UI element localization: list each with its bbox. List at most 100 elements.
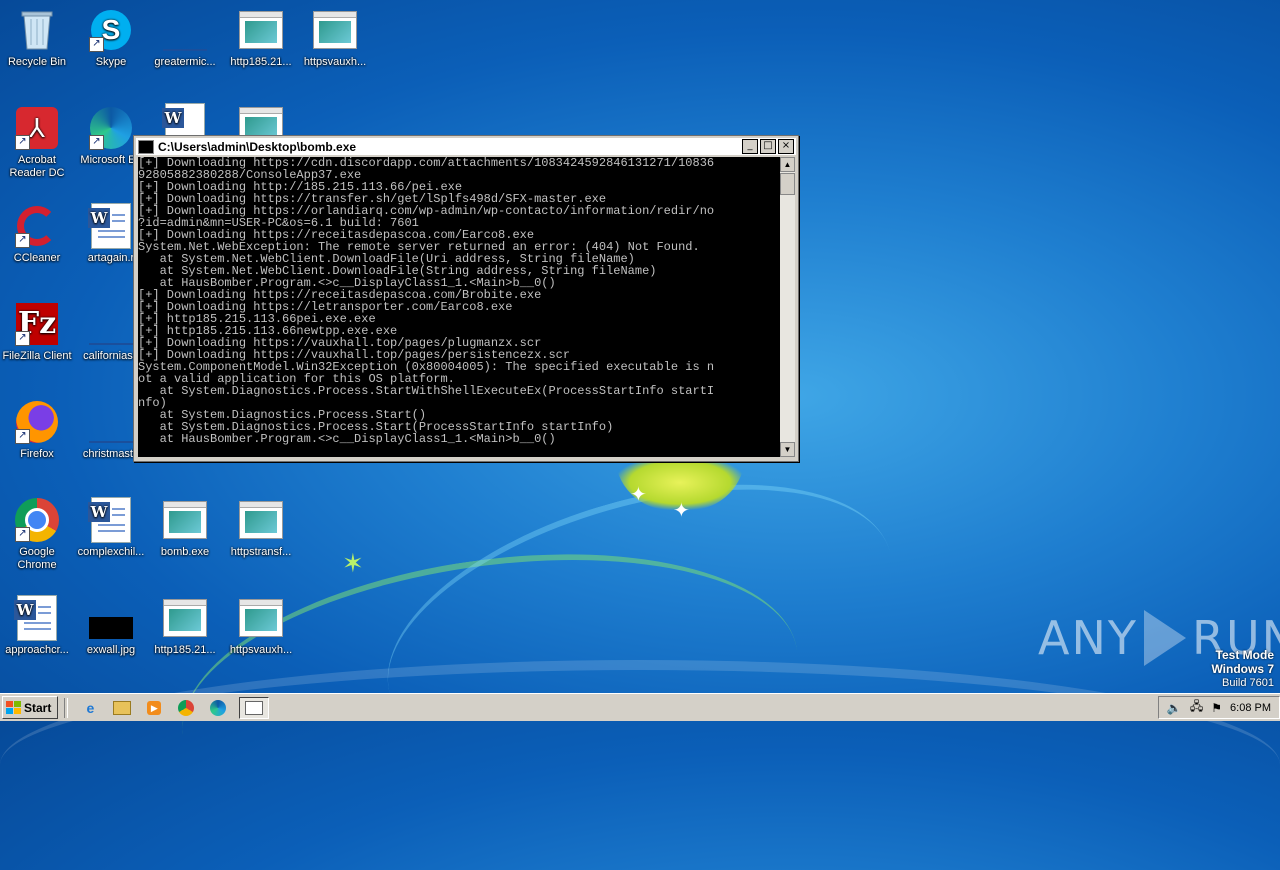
volume-icon[interactable]: 🔈 bbox=[1167, 701, 1182, 715]
system-tray: 🔈 🖧 ⚑ 6:08 PM bbox=[1157, 696, 1280, 719]
vertical-scrollbar[interactable]: ▲ ▼ bbox=[780, 157, 795, 457]
desktop-icon-approachcr[interactable]: W approachcr... bbox=[0, 595, 74, 657]
icon-label: Acrobat Reader DC bbox=[9, 154, 65, 179]
window-titlebar[interactable]: C:\Users\admin\Desktop\bomb.exe _ □ × bbox=[136, 138, 796, 155]
internet-explorer-icon[interactable]: e bbox=[79, 698, 101, 718]
desktop-icon-skype[interactable]: S ↗ Skype bbox=[74, 8, 148, 69]
desktop-icon-greatermic[interactable]: greatermic... bbox=[148, 8, 222, 69]
icon-label: FileZilla Client bbox=[2, 350, 72, 362]
clock[interactable]: 6:08 PM bbox=[1230, 702, 1271, 714]
firefox-icon: ↗ bbox=[15, 400, 59, 444]
shortcut-arrow-icon: ↗ bbox=[15, 527, 30, 542]
play-icon bbox=[1143, 610, 1186, 666]
console-output[interactable]: [+] Downloading https://cdn.discordapp.c… bbox=[138, 157, 780, 457]
console-app-icon bbox=[138, 139, 154, 154]
network-icon[interactable]: 🖧 bbox=[1190, 697, 1203, 718]
console-window[interactable]: C:\Users\admin\Desktop\bomb.exe _ □ × [+… bbox=[133, 135, 799, 462]
blank-file-icon bbox=[89, 400, 133, 444]
action-center-flag-icon[interactable]: ⚑ bbox=[1211, 701, 1222, 715]
icon-label: httpsvauxh... bbox=[303, 56, 367, 68]
desktop-icon-bomb-exe[interactable]: bomb.exe bbox=[148, 498, 222, 559]
blank-file-icon bbox=[163, 8, 207, 52]
shortcut-arrow-icon: ↗ bbox=[15, 233, 30, 248]
blank-file-icon bbox=[89, 302, 133, 346]
start-button[interactable]: Start bbox=[2, 696, 59, 719]
file-explorer-icon[interactable] bbox=[111, 698, 133, 718]
shortcut-arrow-icon: ↗ bbox=[89, 37, 104, 52]
shortcut-arrow-icon: ↗ bbox=[15, 331, 30, 346]
test-mode-notice: Test Mode Windows 7 Build 7601 bbox=[1211, 648, 1274, 690]
exe-icon bbox=[163, 498, 207, 542]
desktop-icon-ccleaner[interactable]: ↗ CCleaner bbox=[0, 204, 74, 265]
exe-icon bbox=[239, 498, 283, 542]
icon-label: httpsvauxh... bbox=[229, 644, 293, 656]
media-player-icon[interactable]: ▶ bbox=[143, 698, 165, 718]
scrollbar-thumb[interactable] bbox=[780, 173, 795, 195]
test-mode-line1: Test Mode bbox=[1215, 648, 1274, 662]
acrobat-icon: ⅄ ↗ bbox=[15, 106, 59, 150]
test-mode-line2: Windows 7 bbox=[1211, 662, 1274, 676]
start-label: Start bbox=[24, 700, 52, 715]
console-taskbar-button[interactable] bbox=[239, 696, 270, 719]
windows-flag-icon bbox=[6, 701, 21, 714]
desktop-icon-http185-1[interactable]: http185.21... bbox=[224, 8, 298, 69]
icon-label: Firefox bbox=[20, 448, 54, 460]
icon-label: Recycle Bin bbox=[7, 56, 67, 68]
desktop-icon-filezilla[interactable]: Fz ↗ FileZilla Client bbox=[0, 302, 74, 363]
exe-icon bbox=[163, 596, 207, 640]
icon-label: complexchil... bbox=[77, 546, 145, 558]
minimize-button[interactable]: _ bbox=[742, 139, 758, 154]
ccleaner-icon: ↗ bbox=[15, 204, 59, 248]
desktop-icon-httpstransf[interactable]: httpstransf... bbox=[224, 498, 298, 559]
chrome-taskbar-icon[interactable] bbox=[175, 698, 197, 718]
exe-icon bbox=[313, 8, 357, 52]
test-mode-line3: Build 7601 bbox=[1222, 677, 1274, 689]
desktop-icon-recycle-bin[interactable]: Recycle Bin bbox=[0, 8, 74, 69]
icon-label: httpstransf... bbox=[230, 546, 292, 558]
skype-icon: S ↗ bbox=[89, 8, 133, 52]
desktop-icon-exwall[interactable]: exwall.jpg bbox=[74, 596, 148, 657]
desktop-icon-httpsvauxh-2[interactable]: httpsvauxh... bbox=[224, 596, 298, 657]
icon-label: Skype bbox=[95, 56, 127, 68]
shortcut-arrow-icon: ↗ bbox=[89, 135, 104, 150]
edge-taskbar-icon[interactable] bbox=[207, 698, 229, 718]
icon-label: exwall.jpg bbox=[86, 644, 136, 656]
word-doc-icon: W bbox=[14, 595, 59, 641]
scroll-down-arrow-icon[interactable]: ▼ bbox=[780, 442, 795, 457]
shortcut-arrow-icon: ↗ bbox=[15, 429, 30, 444]
exe-icon bbox=[239, 8, 283, 52]
window-title: C:\Users\admin\Desktop\bomb.exe bbox=[158, 139, 357, 154]
desktop-icon-chrome[interactable]: ↗ Google Chrome bbox=[0, 498, 74, 572]
icon-label: http185.21... bbox=[230, 56, 292, 68]
chrome-icon: ↗ bbox=[15, 498, 59, 542]
exe-icon bbox=[239, 596, 283, 640]
taskbar: Start e ▶ 🔈 🖧 ⚑ 6:08 PM bbox=[0, 693, 1280, 721]
desktop-icon-firefox[interactable]: ↗ Firefox bbox=[0, 400, 74, 461]
icon-label: CCleaner bbox=[13, 252, 61, 264]
icon-label: approachcr... bbox=[5, 644, 69, 656]
filezilla-icon: Fz ↗ bbox=[15, 302, 59, 346]
wallpaper-swoosh bbox=[0, 660, 1280, 870]
maximize-button[interactable]: □ bbox=[760, 139, 776, 154]
watermark-left-text: ANY bbox=[1038, 611, 1138, 665]
close-button[interactable]: × bbox=[778, 139, 794, 154]
desktop-icon-httpsvauxh-1[interactable]: httpsvauxh... bbox=[298, 8, 372, 69]
taskbar-separator bbox=[64, 697, 69, 718]
word-doc-icon: W bbox=[88, 203, 133, 249]
icon-label: Google Chrome bbox=[17, 546, 57, 571]
scroll-up-arrow-icon[interactable]: ▲ bbox=[780, 157, 795, 172]
sparkle-icon: ✦ bbox=[630, 484, 647, 506]
recycle-bin-icon bbox=[15, 8, 59, 52]
edge-icon: ↗ bbox=[89, 106, 133, 150]
desktop-icon-http185-2[interactable]: http185.21... bbox=[148, 596, 222, 657]
icon-label: http185.21... bbox=[154, 644, 216, 656]
icon-label: bomb.exe bbox=[160, 546, 210, 558]
icon-label: greatermic... bbox=[154, 56, 216, 68]
image-file-icon bbox=[89, 596, 133, 640]
desktop-icon-acrobat[interactable]: ⅄ ↗ Acrobat Reader DC bbox=[0, 106, 74, 180]
word-doc-icon: W bbox=[88, 497, 133, 543]
shortcut-arrow-icon: ↗ bbox=[15, 135, 30, 150]
desktop-icon-complexchil[interactable]: W complexchil... bbox=[74, 497, 148, 559]
sparkle-icon: ✦ bbox=[673, 500, 690, 522]
sparkle-icon: ✶ bbox=[342, 548, 364, 578]
